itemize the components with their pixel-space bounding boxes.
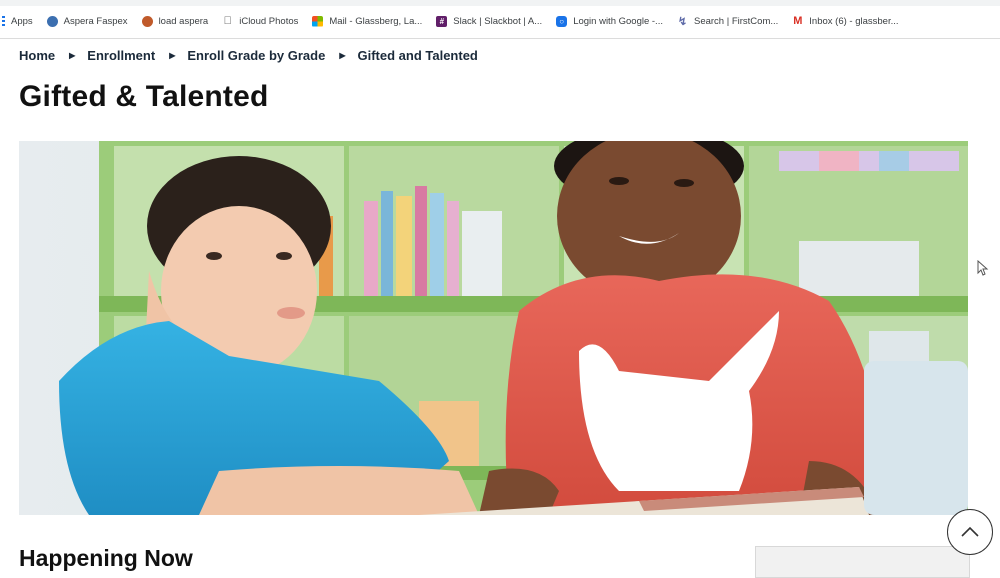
bookmarks-bar: Apps Aspera Faspex load aspera  iCloud …	[0, 0, 1000, 39]
bookmark-label: Aspera Faspex	[63, 15, 128, 27]
breadcrumb-enroll-grade-by-grade[interactable]: Enroll Grade by Grade	[187, 48, 325, 63]
slack-icon: #	[436, 15, 448, 27]
aspera-icon	[46, 15, 58, 27]
chevron-up-icon	[961, 526, 979, 537]
breadcrumb-enrollment[interactable]: Enrollment	[87, 48, 155, 63]
children-reading-photo	[19, 141, 968, 515]
mouse-cursor-icon	[977, 260, 989, 276]
bookmark-load-aspera[interactable]: load aspera	[141, 15, 209, 27]
section-heading: Happening Now	[19, 545, 193, 571]
bookmark-mail-glassberg[interactable]: Mail - Glassberg, La...	[312, 15, 423, 27]
sidebar-panel	[755, 546, 970, 578]
page-title: Gifted & Talented	[19, 80, 269, 113]
bookmark-label: Mail - Glassberg, La...	[329, 15, 423, 27]
gmail-icon: M	[793, 15, 803, 27]
bookmark-label: Search | FirstCom...	[693, 15, 779, 27]
bookmark-login-google[interactable]: ○ Login with Google -...	[556, 15, 663, 27]
bookmark-label: Apps	[11, 15, 33, 27]
breadcrumb-home[interactable]: Home	[19, 48, 55, 63]
bookmark-label: load aspera	[158, 15, 209, 27]
breadcrumb-separator-icon: ▶	[69, 50, 76, 60]
bookmark-icloud-photos[interactable]:  iCloud Photos	[222, 15, 299, 27]
firstcom-icon: ↯	[677, 15, 688, 28]
tab-strip-edge	[0, 0, 1000, 6]
hero-image	[19, 141, 968, 515]
scroll-to-top-button[interactable]	[947, 509, 993, 555]
apps-grid-icon	[2, 16, 5, 26]
breadcrumb-separator-icon: ▶	[169, 50, 176, 60]
bookmark-aspera-faspex[interactable]: Aspera Faspex	[46, 15, 128, 27]
outlook-icon	[312, 15, 324, 27]
bookmark-label: Slack | Slackbot | A...	[453, 15, 543, 27]
bookmark-slack[interactable]: # Slack | Slackbot | A...	[436, 15, 543, 27]
breadcrumb-current: Gifted and Talented	[357, 47, 478, 63]
bookmark-apps[interactable]: Apps	[2, 16, 33, 27]
bookmark-label: iCloud Photos	[239, 15, 299, 27]
login-icon: ○	[556, 15, 568, 27]
aspera-load-icon	[141, 15, 153, 27]
breadcrumb: Home ▶ Enrollment ▶ Enroll Grade by Grad…	[19, 46, 478, 64]
apple-icon: 	[222, 15, 233, 27]
bookmark-gmail-inbox[interactable]: M Inbox (6) - glassber...	[792, 15, 899, 27]
bookmark-firstcom-search[interactable]: ↯ Search | FirstCom...	[677, 15, 779, 28]
bookmarks-list: Apps Aspera Faspex load aspera  iCloud …	[0, 12, 913, 30]
bookmark-label: Inbox (6) - glassber...	[809, 15, 899, 27]
bookmark-label: Login with Google -...	[573, 15, 663, 27]
breadcrumb-separator-icon: ▶	[339, 50, 346, 60]
